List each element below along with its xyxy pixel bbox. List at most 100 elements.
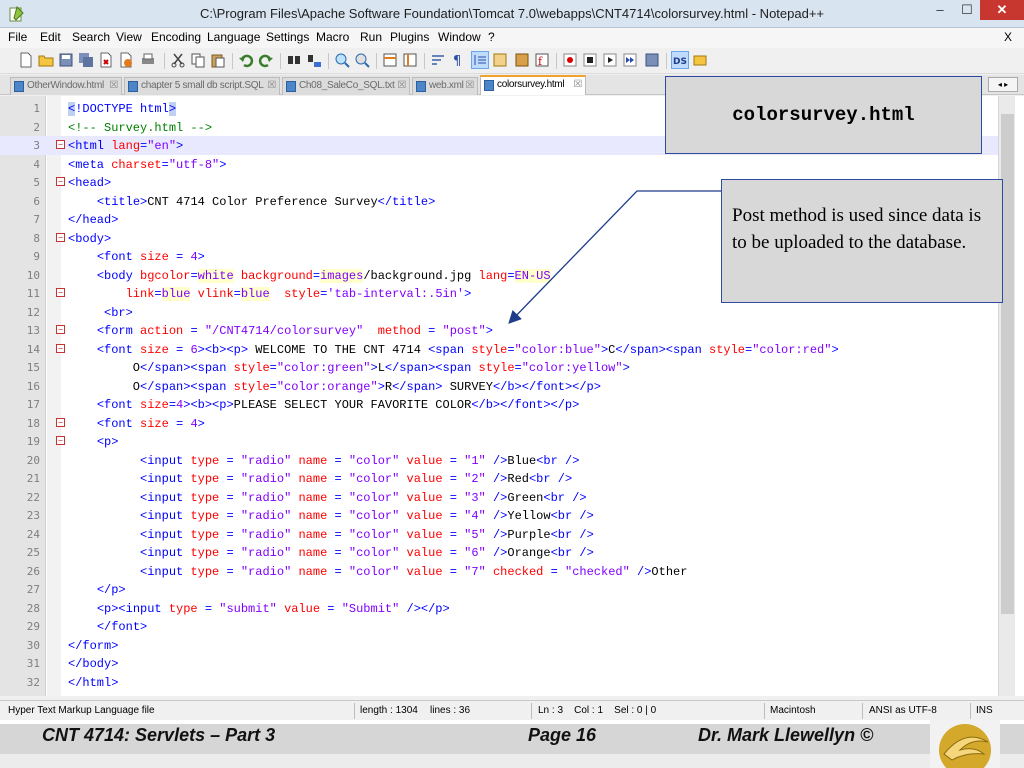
close-window-button[interactable]: ✕ <box>980 0 1024 20</box>
open-file-icon[interactable] <box>38 52 54 68</box>
status-language: Hyper Text Markup Language file <box>8 705 155 716</box>
menu-search[interactable]: Search <box>72 30 110 44</box>
tab-close-icon[interactable]: ☒ <box>397 80 406 91</box>
status-lines: lines : 36 <box>430 705 471 716</box>
sheet-icon[interactable] <box>692 52 708 68</box>
close-all-icon[interactable] <box>118 52 134 68</box>
status-position: Ln : 3 Col : 1 Sel : 0 | 0 <box>538 705 657 716</box>
tab-web-xml[interactable]: web.xml ☒ <box>412 77 478 95</box>
tab-scroll-arrows[interactable]: ◂ ▸ <box>988 77 1018 92</box>
fold-toggle-icon[interactable]: − <box>56 436 65 445</box>
code-line: 30 </form> <box>26 638 119 653</box>
sync-h-icon[interactable] <box>402 52 418 68</box>
minimize-button[interactable]: – <box>926 0 954 20</box>
file-icon <box>14 81 24 92</box>
wrap-icon[interactable] <box>430 52 446 68</box>
save-macro-icon[interactable] <box>644 52 660 68</box>
code-line: 17 <font size=4><b><p>PLEASE SELECT YOUR… <box>26 398 580 412</box>
tab-chapter5-sql[interactable]: chapter 5 small db script.SQL ☒ <box>124 77 280 95</box>
tab-otherwindow[interactable]: OtherWindow.html ☒ <box>10 77 122 95</box>
paste-icon[interactable] <box>210 52 226 68</box>
print-icon[interactable] <box>140 52 156 68</box>
stop-icon[interactable] <box>582 52 598 68</box>
sync-v-icon[interactable] <box>382 52 398 68</box>
maximize-button[interactable]: ☐ <box>954 0 980 20</box>
code-line: 13− <form action = "/CNT4714/colorsurvey… <box>26 324 493 338</box>
code-line: 32 </html> <box>26 675 119 690</box>
fold-toggle-icon[interactable]: − <box>56 177 65 186</box>
tab-label: colorsurvey.html <box>497 79 565 90</box>
menu-edit[interactable]: Edit <box>40 30 61 44</box>
code-line: 12 <br> <box>26 305 133 320</box>
record-icon[interactable] <box>562 52 578 68</box>
title-bar: C:\Program Files\Apache Software Foundat… <box>0 0 1024 28</box>
play-icon[interactable] <box>602 52 618 68</box>
menu-encoding[interactable]: Encoding <box>151 30 201 44</box>
replace-icon[interactable] <box>306 52 322 68</box>
save-icon[interactable] <box>58 52 74 68</box>
undo-icon[interactable] <box>238 52 254 68</box>
tab-label: Ch08_SaleCo_SQL.txt <box>299 80 395 91</box>
status-bar: Hyper Text Markup Language file length :… <box>0 700 1024 720</box>
code-line: 26 <input type = "radio" name = "color" … <box>26 564 688 579</box>
menu-settings[interactable]: Settings <box>266 30 309 44</box>
footer-course: CNT 4714: Servlets – Part 3 <box>42 725 276 745</box>
save-all-icon[interactable] <box>78 52 94 68</box>
tab-label: OtherWindow.html <box>27 80 104 91</box>
code-line: 16 O</span><span style="color:orange">R<… <box>26 379 601 394</box>
fold-toggle-icon[interactable]: − <box>56 343 65 353</box>
close-document-button[interactable]: X <box>1004 30 1012 44</box>
indent-guide-icon[interactable] <box>471 51 489 69</box>
function-list-icon[interactable]: f <box>534 52 550 68</box>
cut-icon[interactable] <box>170 52 186 68</box>
file-icon <box>484 80 494 91</box>
footer-page: Page 16 <box>528 725 597 745</box>
tab-ch08-saleco[interactable]: Ch08_SaleCo_SQL.txt ☒ <box>282 77 410 95</box>
zoom-out-icon[interactable] <box>354 52 370 68</box>
status-length: length : 1304 <box>360 705 418 716</box>
code-line: 22 <input type = "radio" name = "color" … <box>26 490 587 505</box>
tab-label: chapter 5 small db script.SQL <box>141 80 264 91</box>
copy-icon[interactable] <box>190 52 206 68</box>
svg-text:DS: DS <box>673 57 687 67</box>
code-line: 27 </p> <box>26 583 126 597</box>
udl-icon[interactable] <box>492 52 508 68</box>
ucf-pegasus-logo <box>930 720 1000 768</box>
menu-file[interactable]: File <box>8 30 27 44</box>
code-line: 29 </font> <box>26 620 148 634</box>
post-method-callout: Post method is used since data is to be … <box>721 179 1003 303</box>
menu-language[interactable]: Language <box>207 30 260 44</box>
all-chars-icon[interactable]: ¶ <box>450 52 466 68</box>
fold-toggle-icon[interactable]: − <box>56 140 65 149</box>
play-multi-icon[interactable] <box>622 52 638 68</box>
close-icon[interactable] <box>98 52 114 68</box>
code-line: 14− <font size = 6><b><p> WELCOME TO THE… <box>26 342 839 357</box>
menu-window[interactable]: Window <box>438 30 481 44</box>
fold-toggle-icon[interactable]: − <box>56 417 65 427</box>
tab-close-icon[interactable]: ☒ <box>573 79 582 90</box>
tab-colorsurvey[interactable]: colorsurvey.html ☒ <box>480 75 586 95</box>
ds-icon[interactable]: DS <box>671 51 689 69</box>
menu-view[interactable]: View <box>116 30 142 44</box>
tab-close-icon[interactable]: ☒ <box>465 80 474 91</box>
menu-bar: File Edit Search View Encoding Language … <box>0 28 1024 48</box>
code-line: 19− <p> <box>26 435 119 449</box>
redo-icon[interactable] <box>258 52 274 68</box>
tab-close-icon[interactable]: ☒ <box>109 80 118 91</box>
fold-toggle-icon[interactable]: − <box>56 325 65 334</box>
menu-plugins[interactable]: Plugins <box>390 30 429 44</box>
code-line: 18− <font size = 4> <box>26 416 205 431</box>
status-insert-mode: INS <box>976 705 993 716</box>
tab-close-icon[interactable]: ☒ <box>267 80 276 91</box>
doc-map-icon[interactable] <box>514 52 530 68</box>
zoom-in-icon[interactable] <box>334 52 350 68</box>
menu-run[interactable]: Run <box>360 30 382 44</box>
new-file-icon[interactable] <box>18 52 34 68</box>
code-line: 24 <input type = "radio" name = "color" … <box>26 527 594 542</box>
fold-toggle-icon[interactable]: − <box>56 232 65 242</box>
menu-help[interactable]: ? <box>488 30 495 44</box>
fold-toggle-icon[interactable]: − <box>56 288 65 297</box>
code-line: 31 </body> <box>26 657 119 671</box>
find-icon[interactable] <box>286 52 302 68</box>
menu-macro[interactable]: Macro <box>316 30 349 44</box>
